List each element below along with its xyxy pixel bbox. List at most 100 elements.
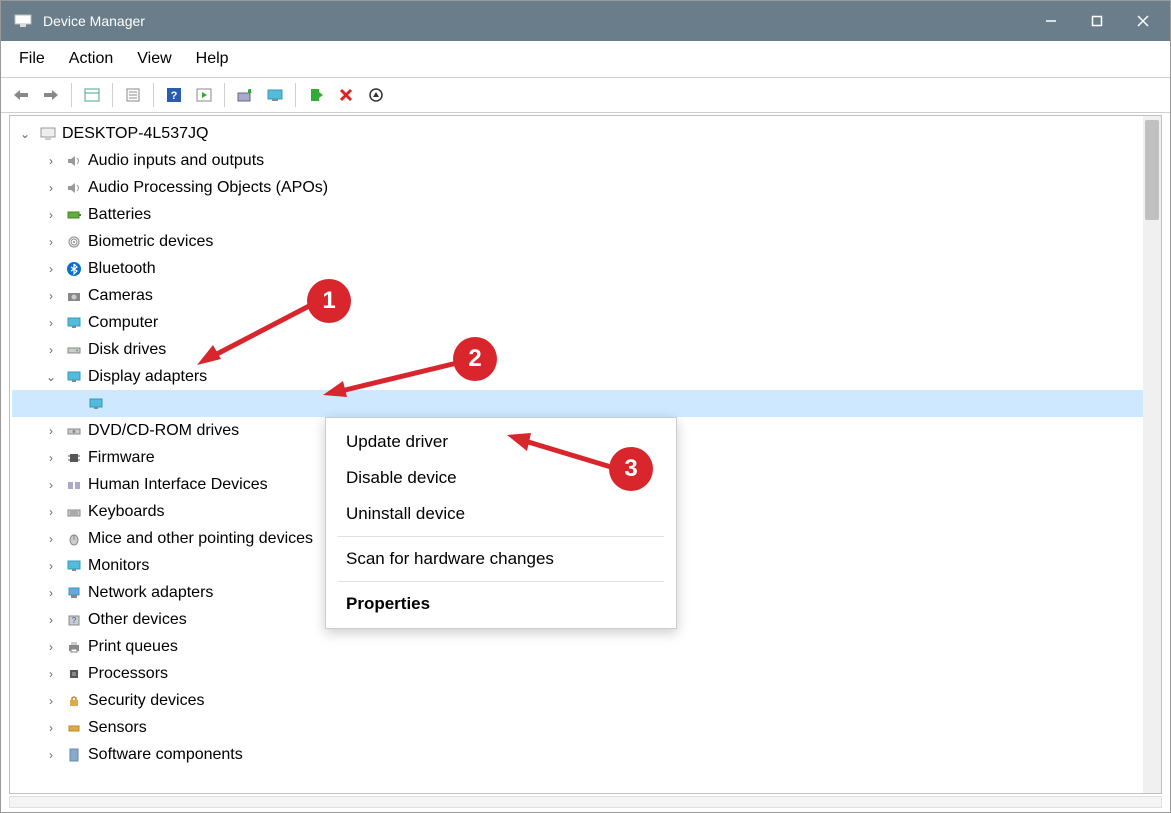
menu-help[interactable]: Help [186, 46, 239, 72]
hid-icon [64, 475, 84, 495]
expand-icon[interactable]: › [42, 451, 60, 465]
fingerprint-icon [64, 232, 84, 252]
expand-icon[interactable]: › [42, 721, 60, 735]
expand-icon[interactable]: › [42, 748, 60, 762]
disc-drive-icon [64, 421, 84, 441]
tree-item-display-adapters[interactable]: ⌄Display adapters [12, 363, 1159, 390]
disable-button[interactable] [332, 81, 360, 109]
annotation-badge-3: 3 [609, 447, 653, 491]
tree-item-cameras[interactable]: ›Cameras [12, 282, 1159, 309]
expand-icon[interactable]: › [42, 289, 60, 303]
expand-icon[interactable]: › [42, 181, 60, 195]
svg-text:?: ? [171, 90, 178, 102]
annotation-arrow-2 [317, 357, 467, 403]
tree-item-display-adapter-device[interactable] [12, 390, 1159, 417]
tree-item-biometric[interactable]: ›Biometric devices [12, 228, 1159, 255]
component-icon [64, 745, 84, 765]
mouse-icon [64, 529, 84, 549]
menu-view[interactable]: View [127, 46, 181, 72]
annotation-badge-1: 1 [307, 279, 351, 323]
status-bar [9, 796, 1162, 808]
scrollbar-thumb[interactable] [1145, 120, 1159, 220]
enable-button[interactable] [302, 81, 330, 109]
collapse-icon[interactable]: ⌄ [42, 370, 60, 384]
cpu-icon [64, 664, 84, 684]
context-properties[interactable]: Properties [326, 586, 676, 622]
bluetooth-icon [64, 259, 84, 279]
expand-icon[interactable]: › [42, 154, 60, 168]
tree-item-disk-drives[interactable]: ›Disk drives [12, 336, 1159, 363]
tree-item-processors[interactable]: ›Processors [12, 660, 1159, 687]
selected-device-label [110, 395, 114, 413]
tree-item-security[interactable]: ›Security devices [12, 687, 1159, 714]
vertical-scrollbar[interactable] [1143, 116, 1161, 793]
expand-icon[interactable]: › [42, 478, 60, 492]
lock-icon [64, 691, 84, 711]
annotation-badge-2: 2 [453, 337, 497, 381]
display-adapter-icon [64, 367, 84, 387]
expand-icon[interactable]: › [42, 505, 60, 519]
menu-bar: File Action View Help [1, 41, 1170, 77]
keyboard-icon [64, 502, 84, 522]
expand-icon[interactable]: › [42, 694, 60, 708]
tree-item-sensors[interactable]: ›Sensors [12, 714, 1159, 741]
scan-hardware-button[interactable] [261, 81, 289, 109]
tree-item-audio-inputs[interactable]: ›Audio inputs and outputs [12, 147, 1159, 174]
properties-button[interactable] [119, 81, 147, 109]
speaker-icon [64, 178, 84, 198]
menu-action[interactable]: Action [59, 46, 123, 72]
sensor-icon [64, 718, 84, 738]
camera-icon [64, 286, 84, 306]
context-separator [338, 536, 664, 537]
close-button[interactable] [1120, 1, 1166, 41]
minimize-button[interactable] [1028, 1, 1074, 41]
collapse-icon[interactable]: ⌄ [16, 127, 34, 141]
battery-icon [64, 205, 84, 225]
back-button[interactable] [7, 81, 35, 109]
tree-root[interactable]: ⌄ DESKTOP-4L537JQ [12, 120, 1159, 147]
expand-icon[interactable]: › [42, 235, 60, 249]
forward-button[interactable] [37, 81, 65, 109]
expand-icon[interactable]: › [42, 343, 60, 357]
help-button[interactable]: ? [160, 81, 188, 109]
expand-icon[interactable]: › [42, 424, 60, 438]
maximize-button[interactable] [1074, 1, 1120, 41]
annotation-arrow-3 [501, 431, 621, 477]
action-button[interactable] [190, 81, 218, 109]
expand-icon[interactable]: › [42, 586, 60, 600]
expand-icon[interactable]: › [42, 532, 60, 546]
tree-item-software[interactable]: ›Software components [12, 741, 1159, 768]
show-hidden-button[interactable] [78, 81, 106, 109]
disk-icon [64, 340, 84, 360]
tree-item-print[interactable]: ›Print queues [12, 633, 1159, 660]
uninstall-button[interactable] [362, 81, 390, 109]
expand-icon[interactable]: › [42, 613, 60, 627]
menu-file[interactable]: File [9, 46, 55, 72]
expand-icon[interactable]: › [42, 667, 60, 681]
tree-item-computer[interactable]: ›Computer [12, 309, 1159, 336]
update-driver-button[interactable] [231, 81, 259, 109]
tree-item-audio-processing[interactable]: ›Audio Processing Objects (APOs) [12, 174, 1159, 201]
expand-icon[interactable]: › [42, 640, 60, 654]
context-uninstall-device[interactable]: Uninstall device [326, 496, 676, 532]
title-bar: Device Manager [1, 1, 1170, 41]
tree-item-batteries[interactable]: ›Batteries [12, 201, 1159, 228]
unknown-device-icon: ? [64, 610, 84, 630]
context-separator [338, 581, 664, 582]
context-scan-hardware[interactable]: Scan for hardware changes [326, 541, 676, 577]
window-title: Device Manager [43, 13, 1028, 29]
expand-icon[interactable]: › [42, 262, 60, 276]
speaker-icon [64, 151, 84, 171]
expand-icon[interactable]: › [42, 559, 60, 573]
network-adapter-icon [64, 583, 84, 603]
computer-icon [38, 124, 58, 144]
expand-icon[interactable]: › [42, 316, 60, 330]
svg-text:?: ? [72, 616, 77, 625]
expand-icon[interactable]: › [42, 208, 60, 222]
tree-root-label: DESKTOP-4L537JQ [62, 125, 208, 143]
tree-item-bluetooth[interactable]: ›Bluetooth [12, 255, 1159, 282]
display-adapter-icon [86, 394, 106, 414]
app-icon [11, 9, 35, 33]
chip-icon [64, 448, 84, 468]
toolbar: ? [1, 77, 1170, 113]
